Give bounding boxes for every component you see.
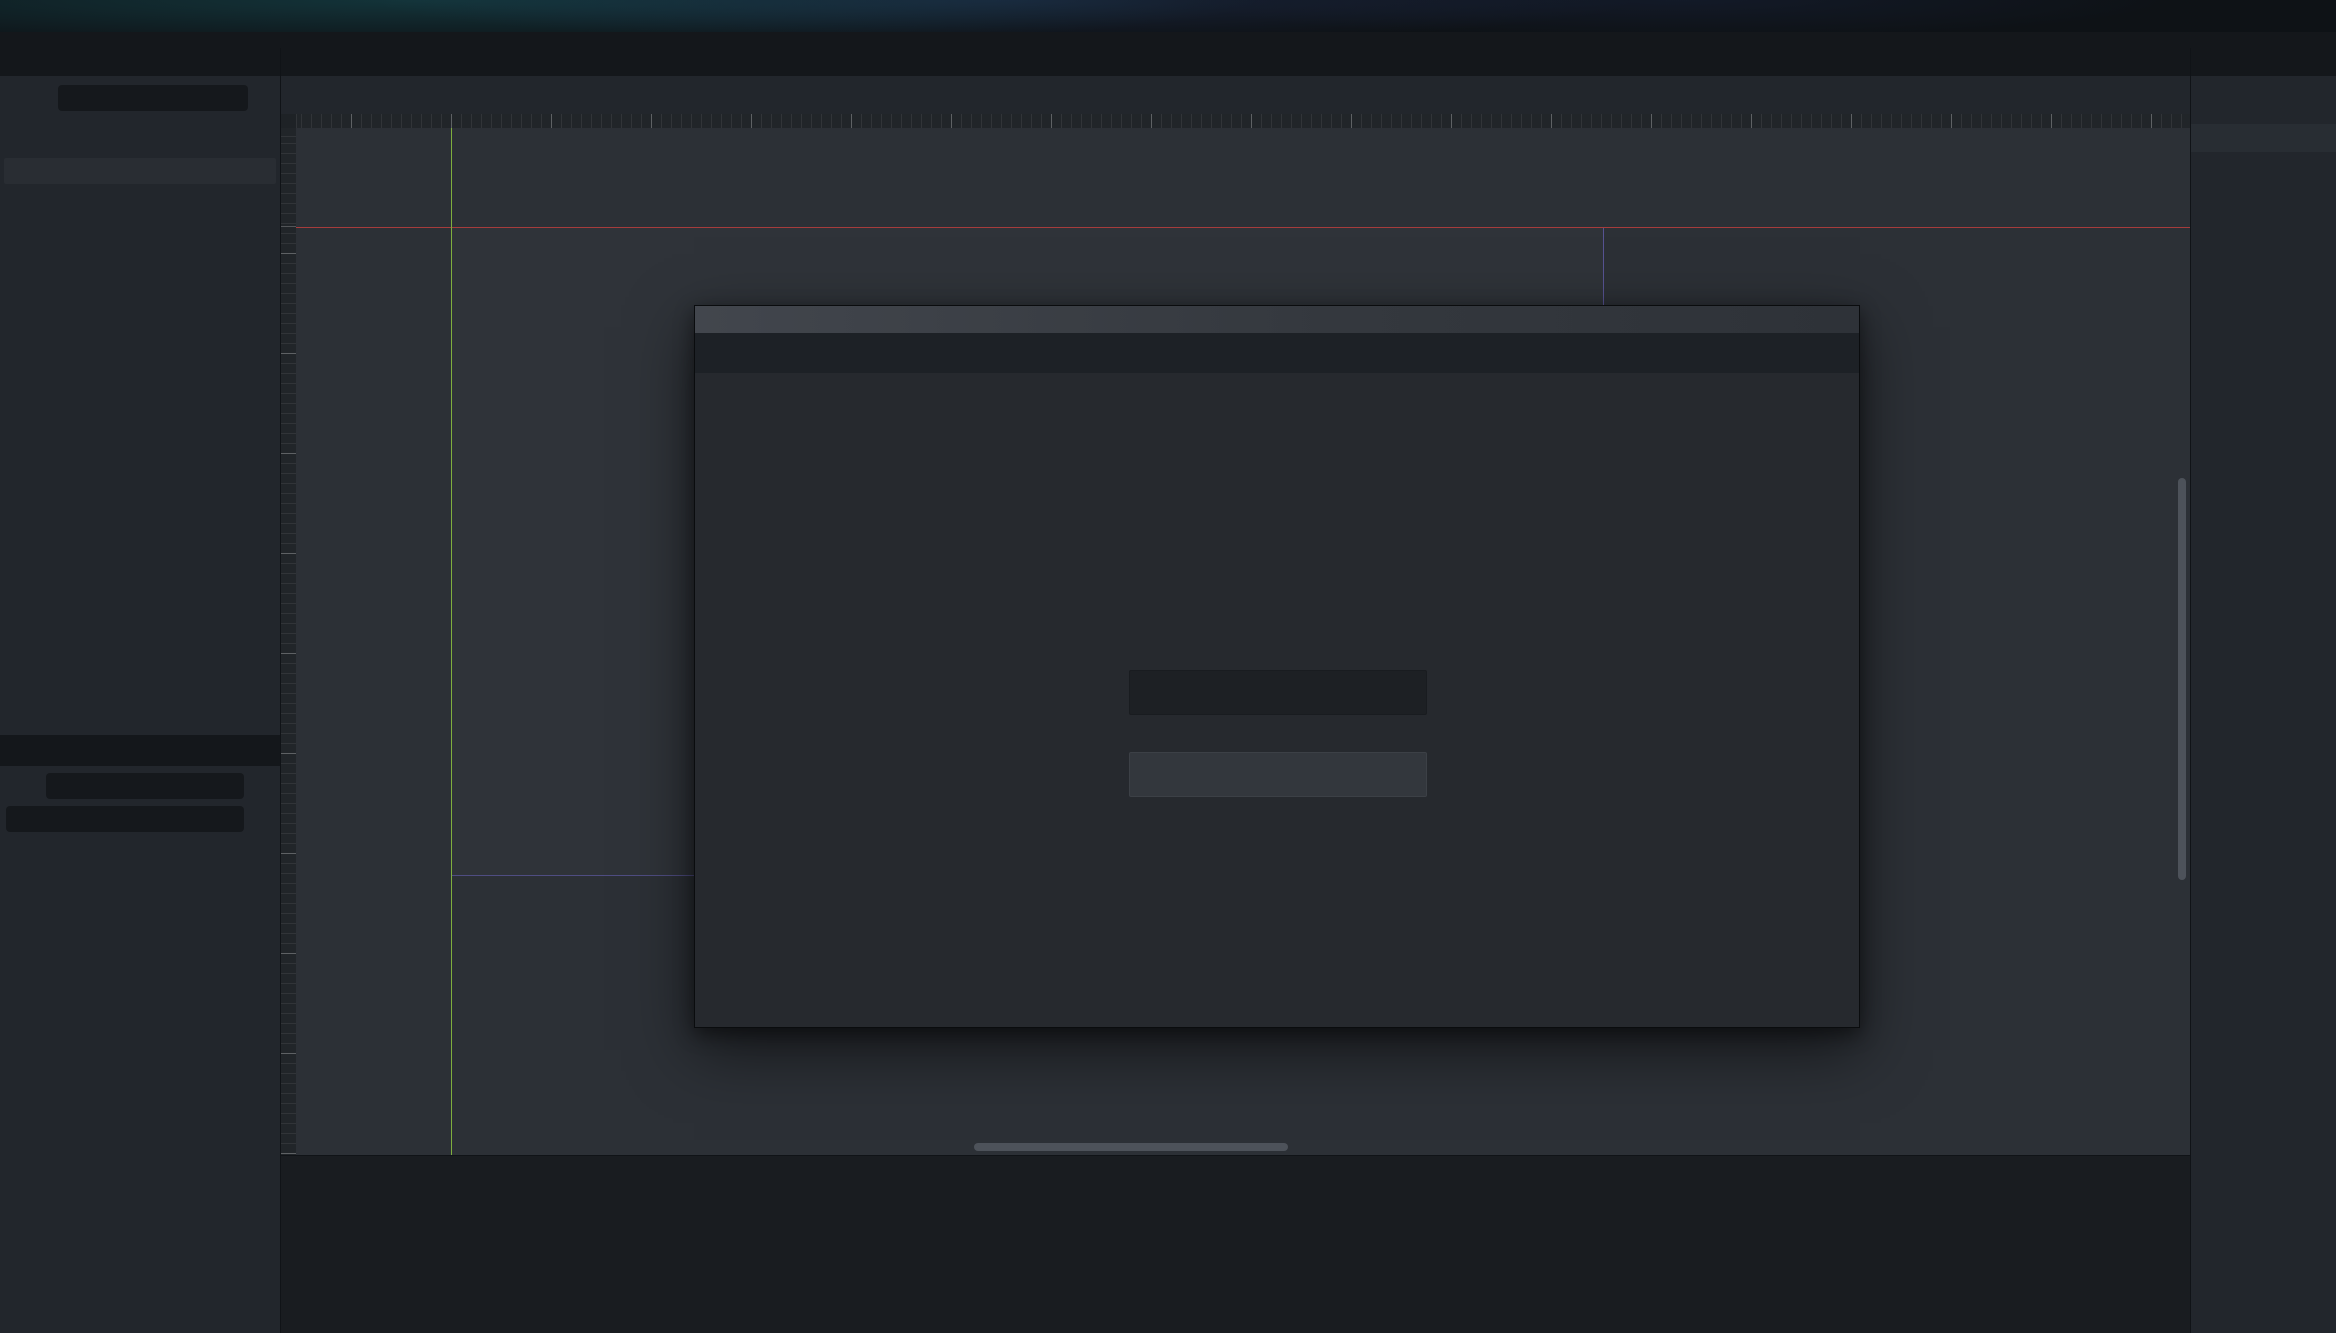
game-debug-toolbar [695,333,1859,374]
vertical-ruler [281,128,296,1155]
decrease-button[interactable] [1129,752,1427,797]
y-axis-line [451,128,452,1155]
menu-bar [0,0,2336,32]
filesystem-panel [0,738,280,1333]
godot-editor [0,0,2336,1333]
inspector-dock [2190,48,2336,1333]
remote-local-toggle [8,122,272,148]
history-back-button[interactable] [6,772,22,800]
run-controls [2212,0,2336,32]
output-panel [280,1155,2191,1333]
filter-nodes-input[interactable] [66,90,240,107]
close-button[interactable] [1821,309,1851,331]
scene-tab-bar [281,48,2191,76]
filter-nodes-box [58,85,248,111]
edited-resource-row[interactable] [2191,124,2336,152]
split-view-button[interactable] [250,772,274,800]
x-axis-line [296,227,2191,228]
scene-tree-menu-button[interactable] [252,84,274,112]
instance-scene-button[interactable] [32,84,54,112]
filesystem-tree [0,842,280,1333]
filesystem-tabs [0,738,280,766]
minimize-button[interactable] [1745,309,1775,331]
current-path-input[interactable] [54,778,236,795]
current-path-box [46,773,244,799]
history-forward-button[interactable] [24,772,40,800]
inspector-tabs [2191,48,2336,76]
scene-tree-root-node[interactable] [4,158,276,184]
horizontal-ruler [296,114,2191,128]
filesystem-nav [6,772,274,800]
inspector-toolbar [2191,82,2336,114]
maximize-button[interactable] [1783,309,1813,331]
scene-toolbar [6,84,274,112]
canvas-toolbar [281,76,2191,115]
game-content [695,373,1859,1027]
scene-panel [0,76,280,735]
menubar-glow [0,0,2336,32]
ruler-corner [281,114,296,128]
filter-files-input[interactable] [14,811,236,828]
horizontal-scrollbar[interactable] [974,1143,1288,1151]
left-dock [0,48,280,1333]
add-node-button[interactable] [6,84,28,112]
game-window-titlebar[interactable] [695,306,1859,333]
vertical-scrollbar[interactable] [2178,478,2186,880]
increase-button[interactable] [1129,670,1427,715]
sort-files-button[interactable] [248,806,274,832]
debug-game-window [694,305,1860,1028]
filter-files-box [6,806,244,832]
left-dock-tabs [0,48,280,76]
